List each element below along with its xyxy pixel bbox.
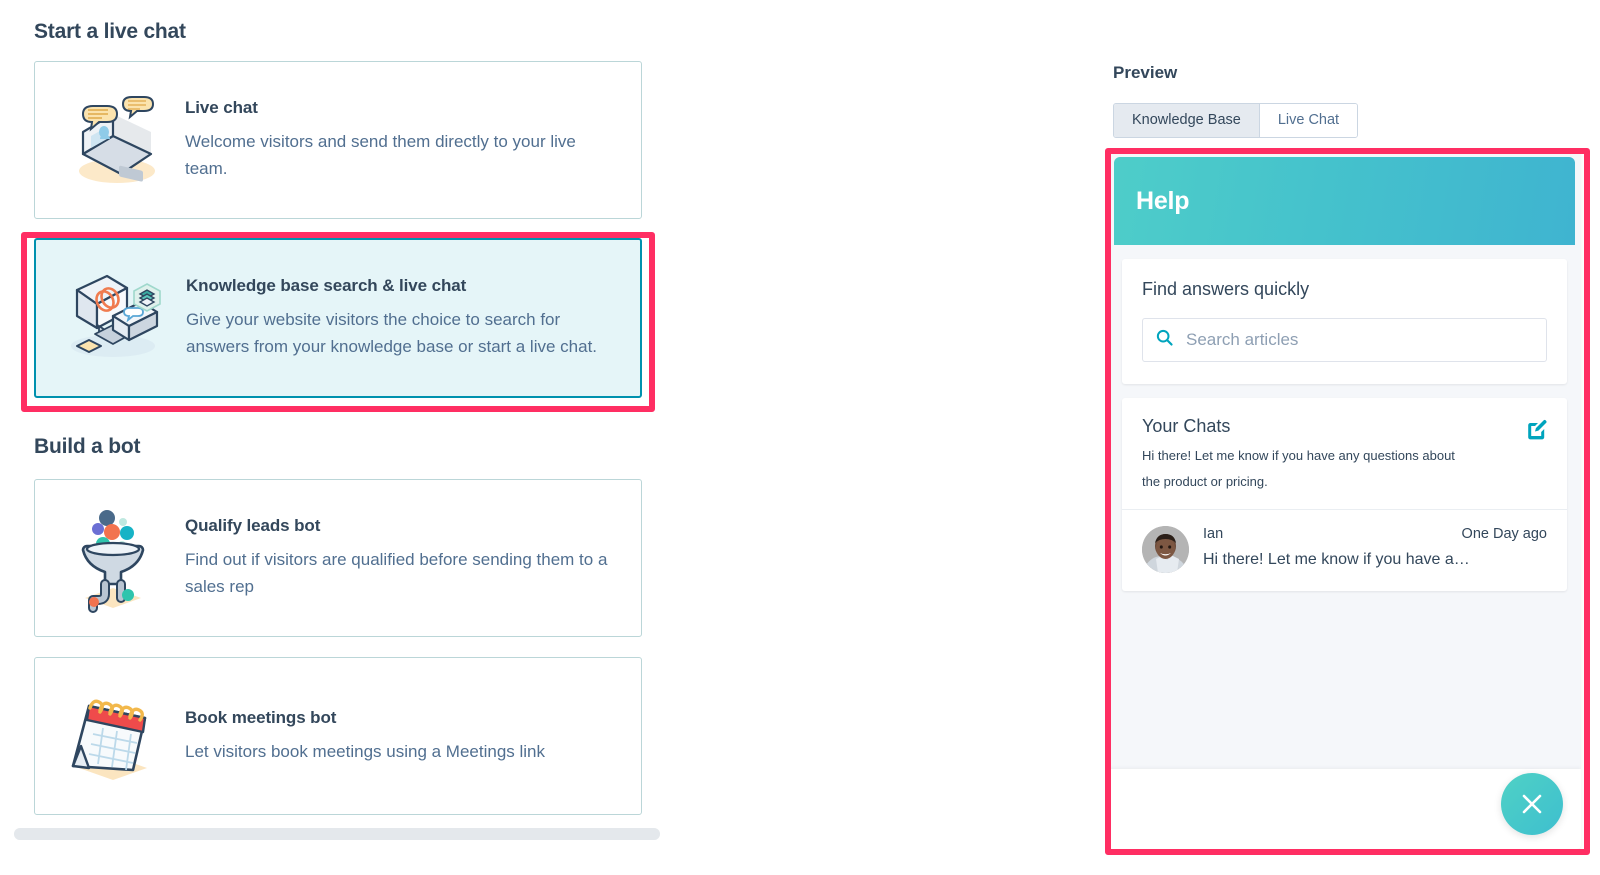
chat-thread-timestamp: One Day ago: [1461, 526, 1547, 542]
section-heading-start-a-live-chat: Start a live chat: [34, 20, 186, 43]
find-answers-heading: Find answers quickly: [1142, 279, 1310, 299]
widget-header: Help: [1114, 157, 1575, 245]
your-chats-header: Your Chats Hi there! Let me know if you …: [1122, 398, 1567, 509]
horizontal-scrollbar[interactable]: [14, 828, 660, 840]
option-card-text: Qualify leads bot Find out if visitors a…: [169, 516, 619, 600]
option-card-text: Live chat Welcome visitors and send them…: [169, 98, 619, 182]
your-chats-card: Your Chats Hi there! Let me know if you …: [1122, 398, 1567, 591]
laptop-chat-bubbles-icon: [57, 88, 169, 192]
search-icon: [1155, 328, 1174, 352]
widget-footer: [1108, 769, 1581, 849]
option-card-live-chat[interactable]: Live chat Welcome visitors and send them…: [34, 61, 642, 219]
widget-header-title: Help: [1136, 186, 1190, 215]
option-card-title: Qualify leads bot: [185, 516, 321, 535]
tab-live-chat[interactable]: Live Chat: [1259, 104, 1358, 137]
chat-type-selection-panel: Start a live chat Live chat Welcome visi…: [34, 0, 662, 852]
section-heading-build-a-bot: Build a bot: [34, 435, 141, 458]
option-card-description: Give your website visitors the choice to…: [186, 310, 598, 356]
chat-thread-meta: Ian One Day ago: [1203, 526, 1547, 542]
option-card-title: Live chat: [185, 98, 258, 117]
option-card-knowledge-base-search-live-chat[interactable]: Knowledge base search & live chat Give y…: [34, 238, 642, 398]
preview-tab-group: Knowledge Base Live Chat: [1113, 103, 1359, 138]
chat-thread-name: Ian: [1203, 526, 1224, 542]
option-card-text: Book meetings bot Let visitors book meet…: [169, 708, 619, 765]
option-card-text: Knowledge base search & live chat Give y…: [170, 276, 618, 360]
preview-label: Preview: [1113, 63, 1178, 82]
chat-thread-body: Ian One Day ago Hi there! Let me know if…: [1189, 526, 1547, 569]
your-chats-title: Your Chats: [1142, 416, 1231, 436]
option-card-title: Book meetings bot: [185, 707, 337, 727]
option-card-book-meetings-bot[interactable]: Book meetings bot Let visitors book meet…: [34, 657, 642, 815]
page-root: Start a live chat Live chat Welcome visi…: [0, 0, 1600, 875]
search-articles-box[interactable]: [1142, 318, 1547, 362]
close-icon[interactable]: [1501, 773, 1563, 835]
tab-knowledge-base[interactable]: Knowledge Base: [1114, 104, 1260, 137]
option-card-description: Let visitors book meetings using a Meeti…: [185, 741, 546, 761]
search-articles-input[interactable]: [1184, 329, 1534, 351]
option-card-qualify-leads-bot[interactable]: Qualify leads bot Find out if visitors a…: [34, 479, 642, 637]
funnel-leads-icon: [57, 502, 169, 614]
compose-icon[interactable]: [1525, 418, 1549, 447]
horizontal-scrollbar-thumb[interactable]: [14, 828, 660, 840]
your-chats-subtitle: Hi there! Let me know if you have any qu…: [1142, 448, 1455, 489]
option-card-title: Knowledge base search & live chat: [186, 276, 467, 295]
desktop-laptop-knowledge-icon: [58, 268, 170, 368]
option-card-description: Find out if visitors are qualified befor…: [185, 550, 608, 596]
chat-thread-row[interactable]: Ian One Day ago Hi there! Let me know if…: [1122, 509, 1567, 591]
knowledge-base-search-card: Find answers quickly: [1122, 259, 1567, 384]
option-card-description: Welcome visitors and send them directly …: [185, 132, 576, 178]
avatar: [1142, 526, 1189, 573]
chat-thread-snippet: Hi there! Let me know if you have a…: [1203, 551, 1470, 568]
chat-widget-preview-frame: Help Find answers quickly Search article…: [1108, 151, 1587, 852]
chat-widget: Help Find answers quickly Search article…: [1108, 151, 1581, 849]
desk-calendar-icon: [57, 684, 169, 788]
